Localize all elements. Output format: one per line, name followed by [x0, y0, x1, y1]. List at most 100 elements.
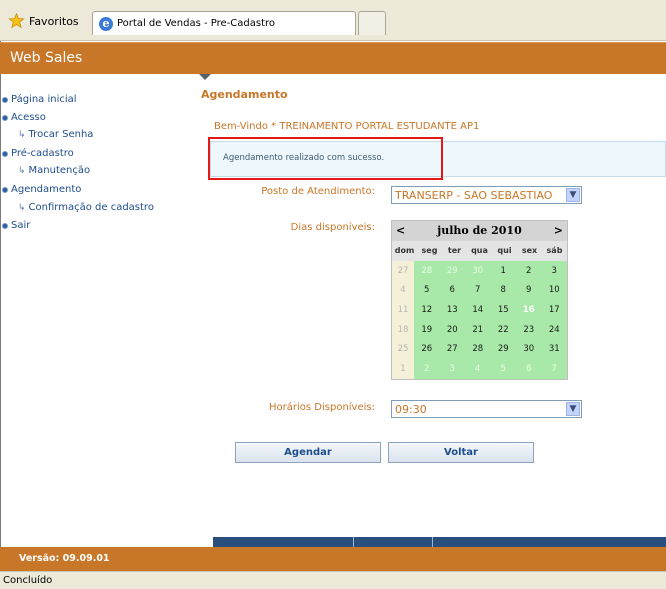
- calendar-day-outside[interactable]: 6: [516, 359, 542, 379]
- weekday-label: sáb: [546, 246, 563, 255]
- table-column-divider: [432, 537, 433, 547]
- sidebar-item-label: Manutenção: [28, 165, 91, 176]
- bullet-icon: [2, 150, 8, 157]
- chevron-down-icon[interactable]: ▼: [566, 402, 580, 416]
- calendar-day[interactable]: 31: [541, 339, 567, 360]
- calendar-day[interactable]: 27: [439, 339, 465, 360]
- sidebar-item-pre-cadastro[interactable]: Pré-cadastro: [2, 148, 74, 159]
- sidebar-item-label: Trocar Senha: [28, 129, 94, 140]
- calendar-day-outside[interactable]: 5: [490, 359, 516, 379]
- calendar-day[interactable]: 7: [465, 280, 491, 301]
- sidebar-item-acesso[interactable]: Acesso: [2, 112, 46, 123]
- calendar-header: julho de 2010 < >: [392, 221, 567, 241]
- tab-title: Portal de Vendas - Pre-Cadastro: [117, 18, 276, 29]
- calendar-day[interactable]: 3: [541, 261, 567, 281]
- sub-arrow-icon: ↳: [18, 165, 26, 176]
- browser-status-bar: Concluído: [0, 571, 666, 589]
- welcome-text: Bem-Vindo * TREINAMENTO PORTAL ESTUDANTE…: [214, 121, 480, 132]
- calendar-day[interactable]: 8: [490, 280, 516, 301]
- calendar-day[interactable]: 29: [490, 339, 516, 360]
- calendar-day[interactable]: 24: [541, 319, 567, 340]
- sidebar-item-agendamento[interactable]: Agendamento: [2, 184, 81, 195]
- favorites-button[interactable]: Favoritos: [8, 12, 79, 30]
- calendar-month-label: julho de 2010: [437, 224, 522, 237]
- calendar-next-button[interactable]: >: [554, 224, 563, 237]
- calendar-day-unavailable: 18: [392, 319, 414, 340]
- posto-select-value: TRANSERP - SAO SEBASTIAO: [395, 188, 553, 202]
- calendar-day[interactable]: 10: [541, 280, 567, 301]
- sidebar-item-sair[interactable]: Sair: [2, 220, 30, 231]
- calendar-day[interactable]: 14: [465, 300, 491, 320]
- voltar-button[interactable]: Voltar: [388, 442, 534, 463]
- table-header-strip: [213, 537, 666, 547]
- sub-arrow-icon: ↳: [18, 129, 26, 140]
- sidebar-subitem-trocar-senha[interactable]: ↳ Trocar Senha: [18, 129, 93, 140]
- calendar-day[interactable]: 13: [439, 300, 465, 320]
- calendar-day-outside[interactable]: 2: [414, 359, 440, 379]
- weekday-label: ter: [447, 246, 462, 255]
- calendar-day[interactable]: 19: [414, 319, 440, 340]
- sidebar-item-label: Acesso: [11, 112, 46, 123]
- app-header: Web Sales: [0, 42, 666, 74]
- calendar-day[interactable]: 15: [490, 300, 516, 320]
- calendar-day-unavailable: 25: [392, 339, 414, 360]
- new-tab-button[interactable]: [358, 11, 386, 35]
- sidebar-item-pagina-inicial[interactable]: Página inicial: [2, 94, 77, 105]
- weekday-label: seg: [421, 246, 438, 255]
- status-text: Concluído: [3, 575, 53, 586]
- highlight-outline: [208, 137, 443, 180]
- weekday-label: sex: [521, 246, 538, 255]
- calendar-day-unavailable: 11: [392, 300, 414, 320]
- app-footer: Versão: 09.09.01: [0, 547, 666, 571]
- calendar-day[interactable]: 2: [516, 261, 542, 281]
- calendar-prev-button[interactable]: <: [396, 224, 405, 237]
- calendar-day-outside[interactable]: 30: [465, 261, 491, 281]
- chevron-down-icon[interactable]: ▼: [566, 188, 580, 202]
- browser-tab-bar: Favoritos e Portal de Vendas - Pre-Cadas…: [0, 0, 666, 41]
- calendar-day-unavailable: 4: [392, 280, 414, 301]
- calendar-day[interactable]: 20: [439, 319, 465, 340]
- calendar-day[interactable]: 26: [414, 339, 440, 360]
- posto-label: Posto de Atendimento:: [261, 186, 375, 197]
- calendar-day[interactable]: 23: [516, 319, 542, 340]
- calendar-day-selected[interactable]: 16: [516, 300, 542, 320]
- sidebar-item-label: Agendamento: [11, 184, 82, 195]
- calendar-day[interactable]: 30: [516, 339, 542, 360]
- calendar-day[interactable]: 21: [465, 319, 491, 340]
- bullet-icon: [2, 186, 8, 193]
- calendar-weekday-row: dom seg ter qua qui sex sáb: [392, 241, 567, 261]
- horario-select[interactable]: 09:30 ▼: [391, 400, 582, 418]
- calendar-day[interactable]: 17: [541, 300, 567, 320]
- sidebar-subitem-manutencao[interactable]: ↳ Manutenção: [18, 165, 90, 176]
- page-title: Agendamento: [201, 88, 288, 101]
- posto-select[interactable]: TRANSERP - SAO SEBASTIAO ▼: [391, 186, 582, 204]
- table-column-divider: [353, 537, 354, 547]
- browser-tab-active[interactable]: e Portal de Vendas - Pre-Cadastro: [92, 11, 356, 35]
- calendar-day[interactable]: 1: [490, 261, 516, 281]
- sidebar-subitem-confirmacao-cadastro[interactable]: ↳ Confirmação de cadastro: [18, 202, 154, 213]
- sidebar-item-label: Confirmação de cadastro: [28, 202, 154, 213]
- calendar-day[interactable]: 6: [439, 280, 465, 301]
- favorites-label: Favoritos: [29, 14, 79, 28]
- calendar-day[interactable]: 9: [516, 280, 542, 301]
- bullet-icon: [2, 222, 8, 229]
- calendar-day[interactable]: 5: [414, 280, 440, 301]
- bullet-icon: [2, 114, 8, 121]
- agendar-button[interactable]: Agendar: [235, 442, 381, 463]
- calendar-day[interactable]: 12: [414, 300, 440, 320]
- weekday-label: qua: [471, 246, 488, 255]
- calendar-day-outside[interactable]: 4: [465, 359, 491, 379]
- calendar-day-outside[interactable]: 28: [414, 261, 440, 281]
- calendar-days-grid: 27 28 29 30 1 2 3 4 5 6 7 8 9 10 11 12 13 14 15 16 17 18 19 20 2…: [392, 261, 567, 379]
- calendar-day-outside[interactable]: 7: [541, 359, 567, 379]
- calendar-day[interactable]: 22: [490, 319, 516, 340]
- sidebar-item-label: Pré-cadastro: [11, 148, 74, 159]
- calendar-day-outside[interactable]: 3: [439, 359, 465, 379]
- sidebar-item-label: Sair: [11, 220, 31, 231]
- calendar-day[interactable]: 28: [465, 339, 491, 360]
- calendar-day-unavailable: 27: [392, 261, 414, 281]
- window-border: [0, 0, 1, 589]
- calendar-day-outside[interactable]: 29: [439, 261, 465, 281]
- weekday-label: qui: [497, 246, 512, 255]
- sub-arrow-icon: ↳: [18, 202, 26, 213]
